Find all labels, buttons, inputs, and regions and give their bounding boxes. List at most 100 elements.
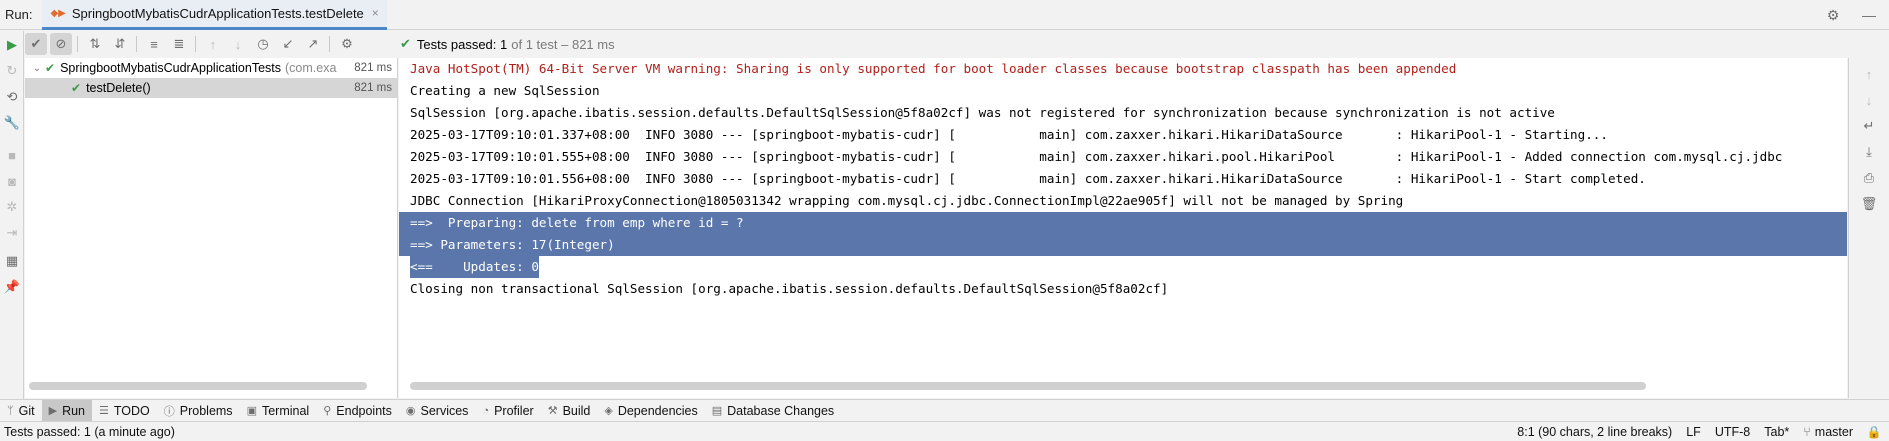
build-icon: ⚒ xyxy=(547,405,558,417)
toolbar-divider xyxy=(329,36,330,52)
tool-window-label: Build xyxy=(562,403,591,418)
bug-icon[interactable]: ✲ xyxy=(2,197,22,217)
console-horizontal-scrollbar[interactable] xyxy=(410,382,1646,390)
services-icon: ◉ xyxy=(405,405,416,417)
previous-failed-icon[interactable]: ↑ xyxy=(202,33,224,55)
gear-icon[interactable]: ⚙ xyxy=(1823,5,1843,25)
tool-window-profiler[interactable]: ◔ Profiler xyxy=(475,400,540,422)
tool-window-git[interactable]: ᛘ Git xyxy=(0,400,42,422)
toggle-auto-test-icon[interactable]: ⟲ xyxy=(2,87,22,107)
toolbar-divider xyxy=(195,36,196,52)
problems-icon: ⓘ xyxy=(163,405,175,418)
print-icon[interactable]: ⎙ xyxy=(1859,168,1879,188)
chevron-down-icon[interactable]: ⌄ xyxy=(29,63,45,74)
trash-icon[interactable]: 🗑 xyxy=(1859,194,1879,214)
git-icon: ᛘ xyxy=(7,404,14,417)
history-icon[interactable]: ◷ xyxy=(252,33,274,55)
tool-window-services[interactable]: ◉ Services xyxy=(399,400,476,422)
tree-row-class[interactable]: ⌄ ✔ SpringbootMybatisCudrApplicationTest… xyxy=(25,58,398,78)
rerun-icon[interactable]: ▶ xyxy=(2,35,22,55)
camera-icon[interactable]: ◙ xyxy=(2,171,22,191)
indent-setting[interactable]: Tab* xyxy=(1764,425,1789,439)
tests-passed-count: 1 xyxy=(500,36,508,52)
tool-window-todo[interactable]: ☰ TODO xyxy=(92,400,157,422)
sort-by-duration-icon[interactable]: ⇵ xyxy=(109,33,131,55)
tool-window-problems[interactable]: ⓘ Problems xyxy=(157,400,240,422)
lock-icon[interactable]: 🔒 xyxy=(1867,425,1882,439)
tool-window-dependencies[interactable]: ◈ Dependencies xyxy=(597,400,704,422)
wrench-icon[interactable]: 🔧 xyxy=(2,113,22,133)
profiler-icon: ◔ xyxy=(482,404,490,417)
test-class-package: (com.exa xyxy=(285,61,337,75)
collapse-all-icon[interactable]: ≣ xyxy=(168,33,190,55)
git-branch-name: master xyxy=(1814,424,1853,439)
console-line: SqlSession [org.apache.ibatis.session.de… xyxy=(410,105,1555,120)
todo-icon: ☰ xyxy=(99,405,109,417)
console-line-selected: <== Updates: 0 xyxy=(399,256,1847,278)
tool-window-build[interactable]: ⚒ Build xyxy=(541,400,598,422)
tool-window-label: Git xyxy=(18,403,35,418)
run-icon: ▶ xyxy=(48,405,58,417)
tool-window-database-changes[interactable]: ▤ Database Changes xyxy=(705,400,841,422)
tool-window-label: Dependencies xyxy=(617,403,698,418)
import-tests-icon[interactable]: ↙ xyxy=(277,33,299,55)
layout-icon[interactable]: ▦ xyxy=(2,251,22,271)
tree-horizontal-scrollbar[interactable] xyxy=(29,382,367,390)
show-ignored-icon[interactable]: ⊘ xyxy=(50,33,72,55)
console-line: 2025-03-17T09:10:01.555+08:00 INFO 3080 … xyxy=(410,149,1783,164)
close-icon[interactable]: × xyxy=(372,6,379,20)
show-passed-icon[interactable]: ✔ xyxy=(25,33,47,55)
tool-window-run[interactable]: ▶ Run xyxy=(41,399,92,422)
run-label: Run: xyxy=(5,7,33,22)
run-config-tab[interactable]: ◆▶ SpringbootMybatisCudrApplicationTests… xyxy=(42,0,387,30)
check-icon: ✔ xyxy=(400,36,411,51)
pin-icon[interactable]: 📌 xyxy=(2,277,22,297)
minimize-icon[interactable]: — xyxy=(1859,5,1879,25)
check-icon: ✔ xyxy=(71,81,82,95)
database-changes-icon: ▤ xyxy=(711,405,723,417)
caret-position[interactable]: 8:1 (90 chars, 2 line breaks) xyxy=(1517,425,1672,439)
line-separator[interactable]: LF xyxy=(1686,425,1701,439)
scroll-to-end-icon[interactable]: ⤓ xyxy=(1859,142,1879,162)
status-message[interactable]: Tests passed: 1 (a minute ago) xyxy=(4,425,175,439)
tool-window-label: Run xyxy=(62,403,85,418)
tests-passed-detail: of 1 test – 821 ms xyxy=(511,36,615,52)
console-line-selected-text: <== Updates: 0 xyxy=(410,256,539,278)
exit-icon[interactable]: ⇥ xyxy=(2,223,22,243)
file-encoding[interactable]: UTF-8 xyxy=(1715,425,1750,439)
console-line: 2025-03-17T09:10:01.556+08:00 INFO 3080 … xyxy=(410,171,1646,186)
tool-window-label: Services xyxy=(420,403,469,418)
test-class-time: 821 ms xyxy=(354,62,392,74)
console-output[interactable]: Java HotSpot(TM) 64-Bit Server VM warnin… xyxy=(399,58,1847,398)
arrow-down-icon[interactable]: ↓ xyxy=(1859,90,1879,110)
console-line: 2025-03-17T09:10:01.337+08:00 INFO 3080 … xyxy=(410,127,1608,142)
soft-wrap-icon[interactable]: ↵ xyxy=(1859,116,1879,136)
arrow-up-icon[interactable]: ↑ xyxy=(1859,64,1879,84)
tool-window-label: Profiler xyxy=(494,403,534,418)
console-right-toolbar: ↑ ↓ ↵ ⤓ ⎙ 🗑 xyxy=(1848,58,1889,398)
git-branch-widget[interactable]: ⑂ master xyxy=(1803,425,1853,439)
terminal-icon: ▣ xyxy=(246,405,257,417)
junit-run-icon: ◆▶ xyxy=(50,7,66,19)
sort-alphabetically-icon[interactable]: ⇅ xyxy=(84,33,106,55)
tool-window-terminal[interactable]: ▣ Terminal xyxy=(240,400,317,422)
tool-window-label: TODO xyxy=(113,403,150,418)
expand-all-icon[interactable]: ≡ xyxy=(143,33,165,55)
tool-window-label: Terminal xyxy=(261,403,310,418)
toolbar-divider xyxy=(77,36,78,52)
tool-window-label: Endpoints xyxy=(336,403,392,418)
stop-icon[interactable]: ■ xyxy=(2,145,22,165)
rerun-failed-icon[interactable]: ↻ xyxy=(2,61,22,81)
dependencies-icon: ◈ xyxy=(604,405,613,417)
toolbar-divider xyxy=(136,36,137,52)
console-line: Creating a new SqlSession xyxy=(410,83,600,98)
tests-passed-label: Tests passed: xyxy=(416,36,497,52)
tree-row-method[interactable]: ✔ testDelete() 821 ms xyxy=(25,78,398,98)
test-method-time: 821 ms xyxy=(354,82,392,94)
tool-window-bar: ᛘ Git ▶ Run ☰ TODO ⓘ Problems ▣ Terminal ⚲ End… xyxy=(0,399,1889,422)
export-tests-icon[interactable]: ↗ xyxy=(302,33,324,55)
settings-gear-icon[interactable]: ⚙ xyxy=(336,33,358,55)
console-line-selected: ==> Preparing: delete from emp where id … xyxy=(399,212,1847,234)
tool-window-endpoints[interactable]: ⚲ Endpoints xyxy=(316,400,399,422)
next-failed-icon[interactable]: ↓ xyxy=(227,33,249,55)
